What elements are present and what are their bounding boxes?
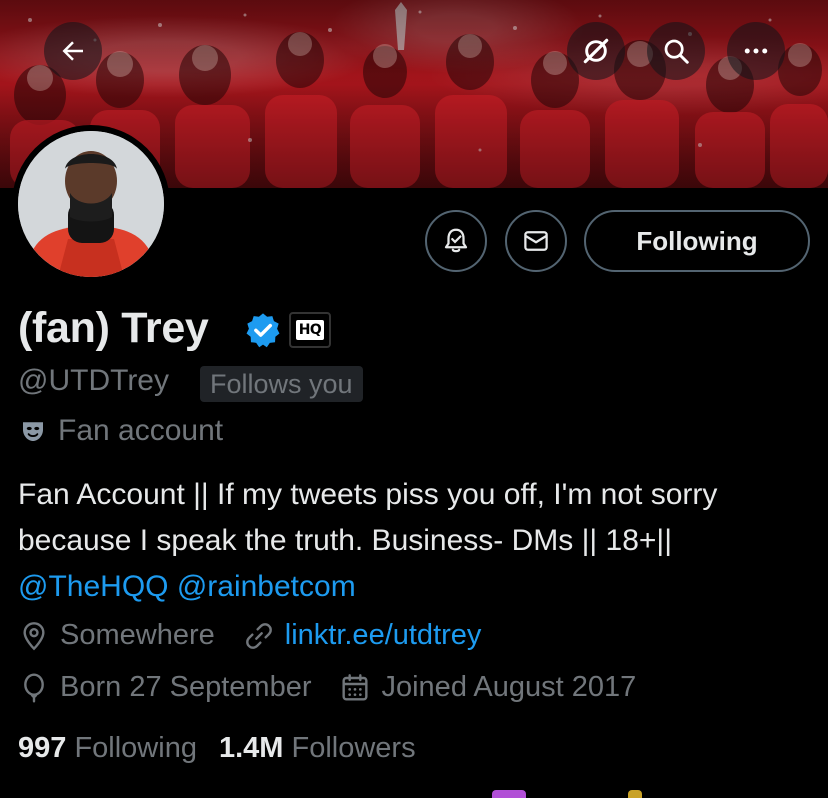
user-handle: @UTDTrey xyxy=(18,364,169,397)
affiliate-badge-text: HQ xyxy=(295,320,325,340)
grok-icon xyxy=(583,38,609,64)
bio-line-2: because I speak the truth. Business- DMs… xyxy=(18,524,672,557)
account-label: Fan account xyxy=(18,414,223,448)
followers-stat[interactable]: 1.4M Followers xyxy=(219,732,416,765)
follows-you-badge: Follows you xyxy=(200,366,363,402)
cropped-highlight-left xyxy=(492,790,526,798)
calendar-icon xyxy=(342,673,369,701)
location-pin-icon xyxy=(23,621,45,650)
mention-thehqq[interactable]: @TheHQQ xyxy=(18,570,168,603)
profile-meta-row-1: Somewhere linktr.ee/utdtrey xyxy=(18,619,509,652)
website-item[interactable]: linktr.ee/utdtrey xyxy=(243,619,482,652)
back-arrow-icon xyxy=(62,41,83,61)
location-item: Somewhere xyxy=(18,619,215,652)
more-button[interactable] xyxy=(727,22,785,80)
joined-text: Joined August 2017 xyxy=(381,671,637,703)
link-icon xyxy=(245,622,272,649)
cropped-highlight-right xyxy=(628,790,642,798)
birthday-text: Born 27 September xyxy=(60,671,312,703)
followers-count: 1.4M xyxy=(218,732,284,764)
back-button[interactable] xyxy=(44,22,102,80)
avatar-photo xyxy=(18,131,164,277)
account-label-text: Fan account xyxy=(58,414,224,447)
following-button[interactable]: Following xyxy=(584,210,810,272)
notify-button[interactable] xyxy=(425,210,487,272)
mention-rainbetcom[interactable]: @rainbetcom xyxy=(177,570,356,603)
avatar-figure xyxy=(18,131,164,277)
birthday-item: Born 27 September xyxy=(18,671,311,704)
grok-button[interactable] xyxy=(567,22,625,80)
followers-label: Followers xyxy=(291,732,416,764)
following-label: Following xyxy=(74,732,197,764)
search-button[interactable] xyxy=(647,22,705,80)
display-name: (fan) Trey xyxy=(18,304,209,352)
more-icon xyxy=(744,48,768,54)
following-stat[interactable]: 997 Following xyxy=(18,732,197,765)
message-button[interactable] xyxy=(505,210,567,272)
location-text: Somewhere xyxy=(60,619,215,651)
search-icon xyxy=(664,39,689,64)
joined-item: Joined August 2017 xyxy=(339,671,636,704)
avatar[interactable] xyxy=(12,125,170,283)
balloon-icon xyxy=(24,672,44,703)
follow-stats: 997 Following 1.4M Followers xyxy=(18,732,438,765)
affiliate-badge[interactable]: HQ xyxy=(289,312,331,348)
bio-line-1: Fan Account || If my tweets piss you off… xyxy=(18,478,718,511)
theater-mask-icon xyxy=(23,422,43,441)
bio-line-3: @TheHQQ @rainbetcom xyxy=(18,564,818,610)
envelope-icon xyxy=(524,231,548,251)
profile-bio: Fan Account || If my tweets piss you off… xyxy=(18,472,818,610)
notification-bell-icon xyxy=(444,228,468,253)
website-link[interactable]: linktr.ee/utdtrey xyxy=(285,619,482,652)
profile-meta-row-2: Born 27 September Joined August 2017 xyxy=(18,671,664,704)
following-count: 997 xyxy=(18,732,67,764)
verified-badge-icon[interactable] xyxy=(244,311,282,349)
